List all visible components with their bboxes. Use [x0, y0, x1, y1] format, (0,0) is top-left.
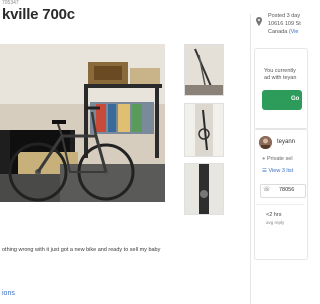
list-icon: ☰	[262, 168, 267, 174]
bike-photo-image	[0, 44, 165, 202]
thumbnail-image	[185, 104, 223, 156]
reply-time: <2 hrs avg reply	[266, 212, 284, 226]
location-info: Posted 3 day 10616 109 St Canada (Vie	[268, 12, 301, 36]
avatar[interactable]	[259, 136, 272, 149]
seller-name[interactable]: teyann	[277, 139, 295, 145]
bottom-link[interactable]: ions	[2, 290, 15, 297]
location-pin-icon	[256, 13, 262, 26]
column-divider	[250, 14, 251, 304]
seller-divider	[256, 204, 304, 205]
address-country: Canada	[268, 29, 288, 35]
phone-number[interactable]: 78056	[279, 187, 294, 193]
reply-time-sub: avg reply	[266, 220, 285, 225]
listing-title: kville 700c	[2, 6, 75, 23]
address-street: 10616 109 St	[268, 21, 301, 27]
phone-icon: ☏	[263, 187, 271, 193]
view-map-link[interactable]: (Vie	[289, 29, 299, 35]
thumbnail-1[interactable]	[184, 44, 224, 96]
person-icon: ●	[262, 156, 266, 162]
private-seller-row: ● Private sel	[262, 156, 293, 162]
reply-time-value: <2 hrs	[266, 212, 282, 218]
thumbnail-image	[185, 45, 223, 95]
thumbnail-3[interactable]	[184, 163, 224, 215]
main-photo[interactable]	[0, 44, 165, 202]
thumbnail-image	[185, 164, 223, 214]
posted-date: Posted 3 day	[268, 13, 301, 19]
contact-line-1: You currently	[264, 68, 296, 74]
view-listings-row[interactable]: ☰ View 3 list	[262, 168, 293, 174]
contact-line-2: ad with teyan	[264, 75, 297, 81]
thumbnail-2[interactable]	[184, 103, 224, 157]
listing-description: othing wrong with it just got a new bike…	[2, 247, 161, 253]
private-seller-label: Private sel	[266, 156, 293, 162]
address-country-line: Canada (Vie	[268, 28, 301, 36]
view-listings-link[interactable]: View 3 list	[268, 168, 293, 174]
contact-button[interactable]: Go	[262, 90, 302, 110]
contact-card-text: You currently ad with teyan	[264, 68, 296, 82]
contact-card	[254, 48, 308, 130]
contact-button-label: Go	[291, 96, 300, 102]
